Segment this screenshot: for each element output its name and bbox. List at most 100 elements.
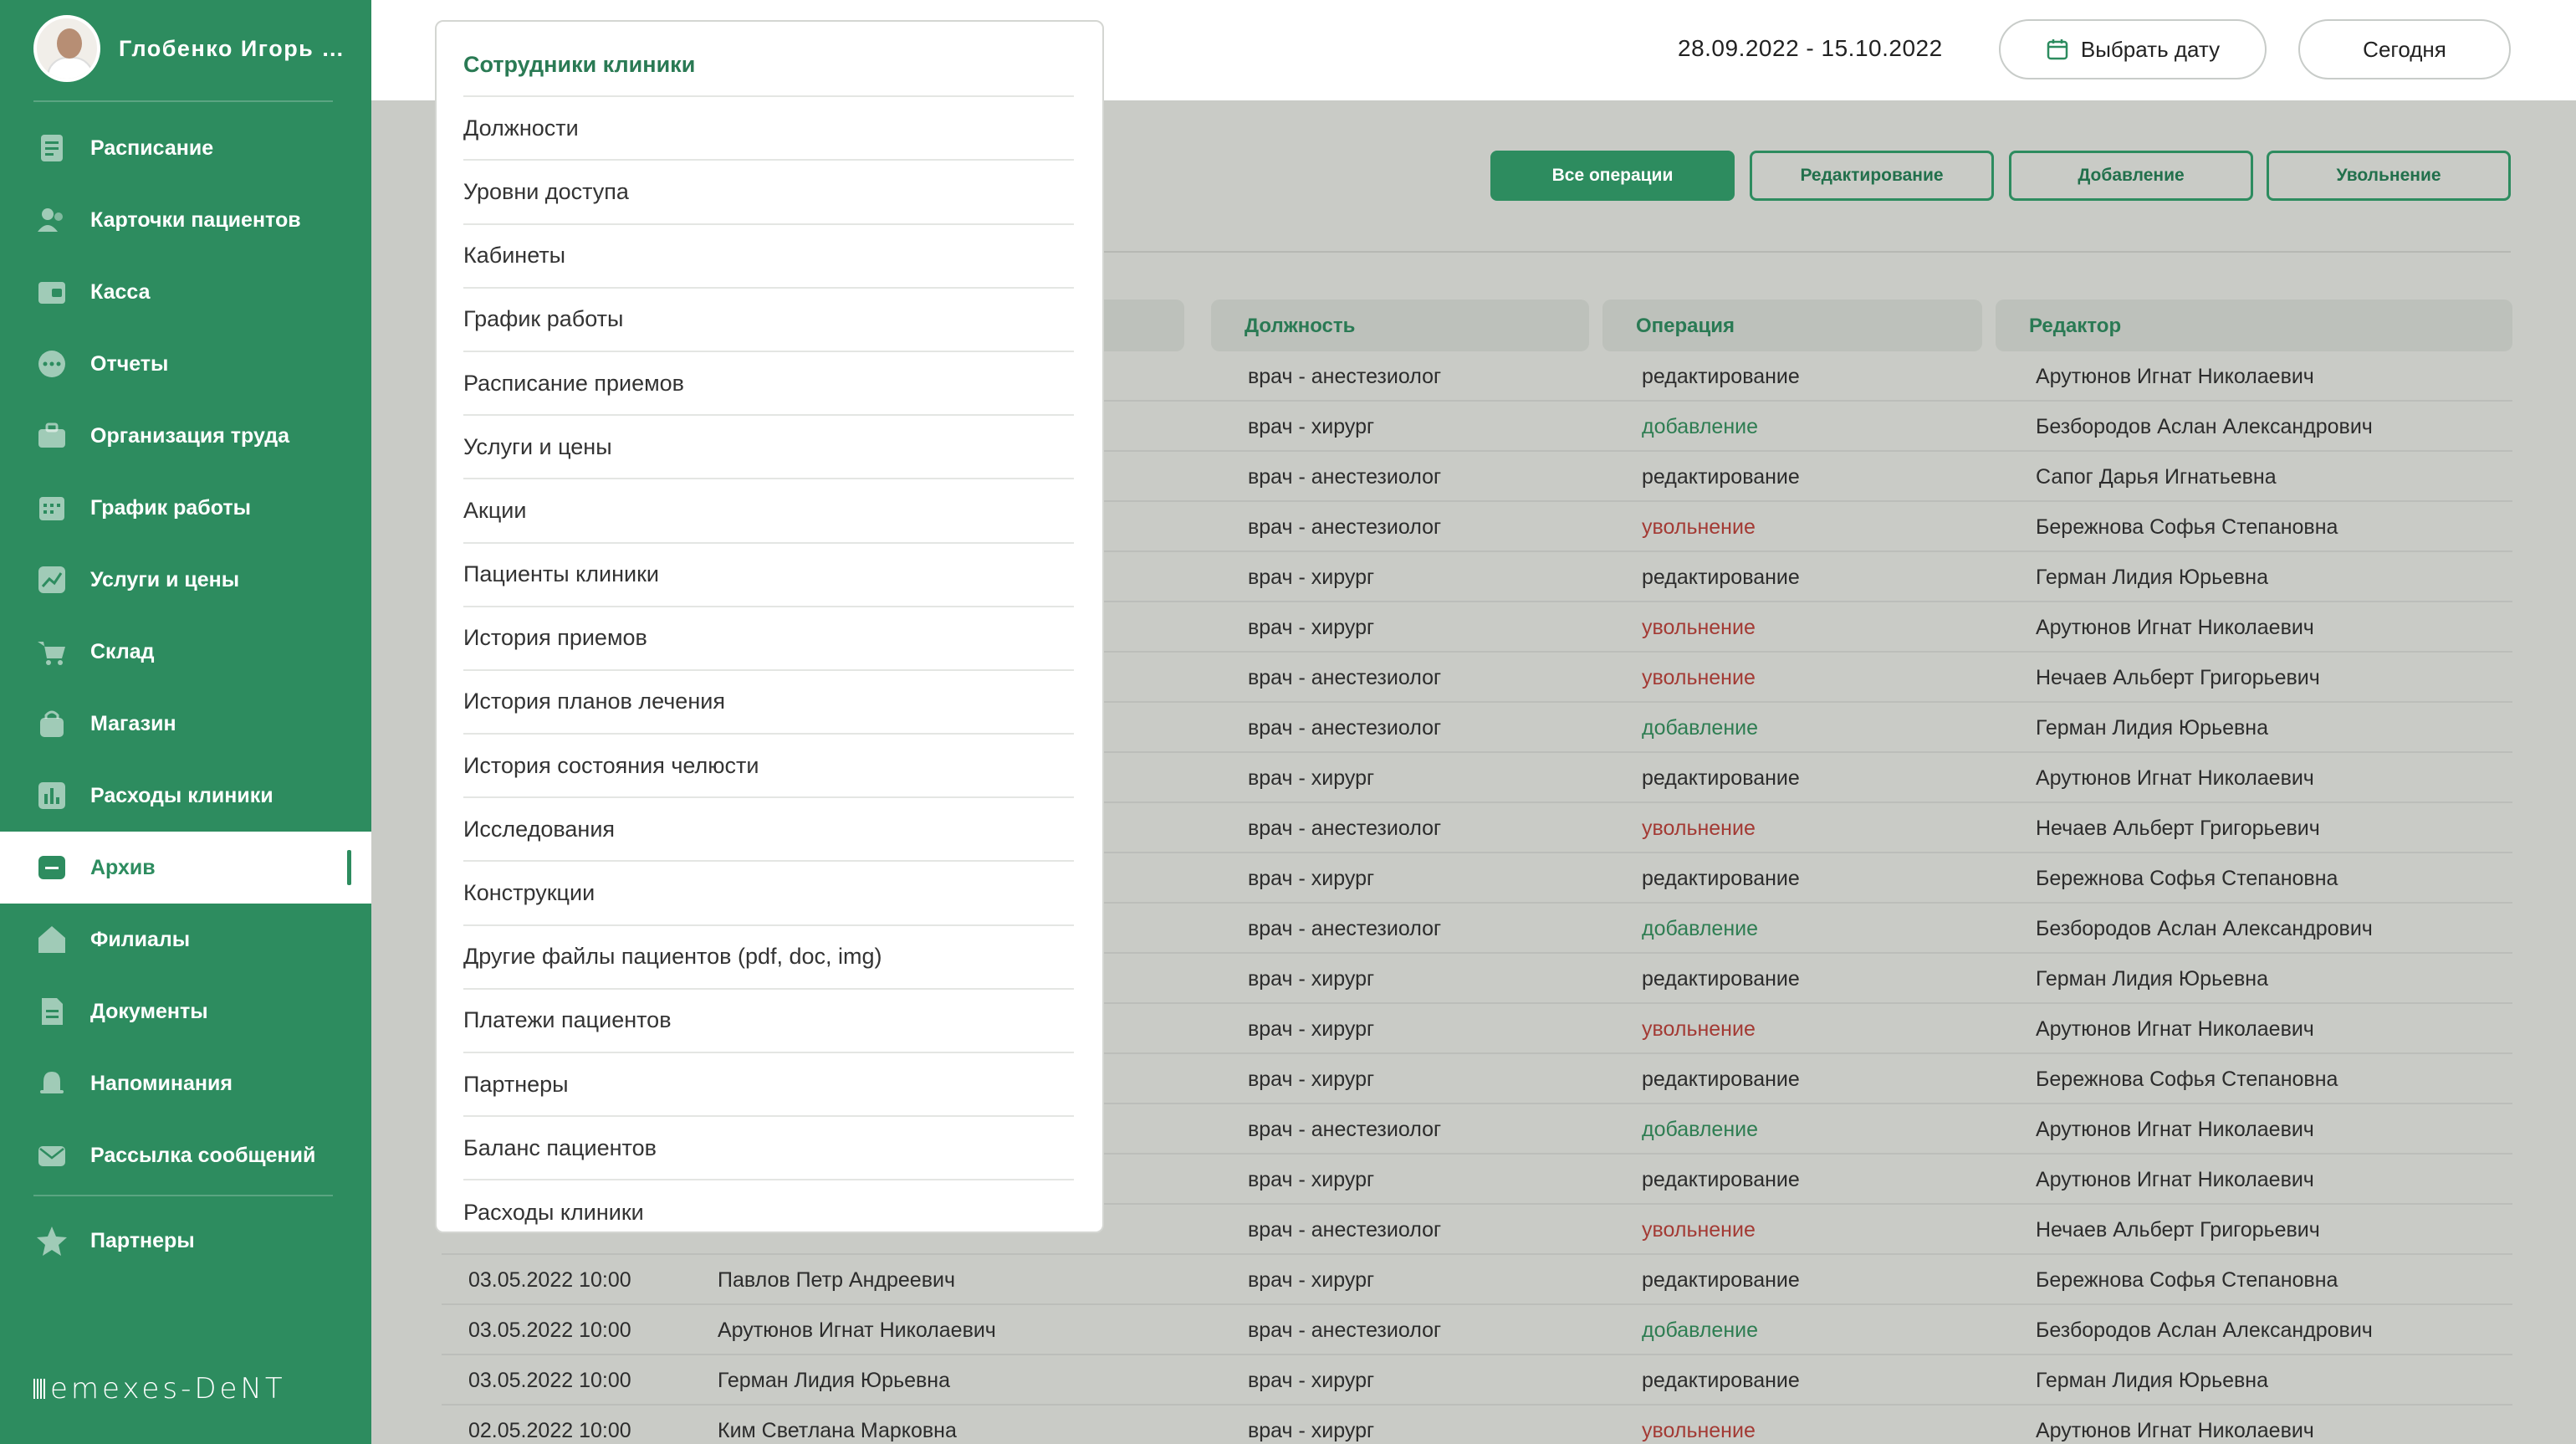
- table-row[interactable]: 02.05.2022 10:00 Ким Светлана Марковна вра…: [442, 1406, 2512, 1444]
- cell-editor: Арутюнов Игнат Николаевич: [2036, 616, 2314, 639]
- sidebar-item-label: Отчеты: [90, 351, 169, 376]
- table-row[interactable]: 03.05.2022 10:00 Герман Лидия Юрьевна врач…: [442, 1355, 2512, 1406]
- cell-position: врач - хирург: [1248, 1068, 1375, 1091]
- user-profile[interactable]: Глобенко Игорь А...: [33, 15, 361, 82]
- cell-editor: Сапог Дарья Игнатьевна: [2036, 465, 2277, 489]
- cell-editor: Герман Лидия Юрьевна: [2036, 967, 2269, 991]
- table-row[interactable]: 03.05.2022 10:00 Арутюнов Игнат Николаеви…: [442, 1305, 2512, 1355]
- column-header-position[interactable]: Должность: [1211, 300, 1589, 351]
- cell-position: врач - анестезиолог: [1248, 716, 1442, 740]
- cell-editor: Арутюнов Игнат Николаевич: [2036, 1118, 2314, 1141]
- patients-icon: [35, 203, 69, 237]
- cell-position: врач - хирург: [1248, 766, 1375, 790]
- pick-date-label: Выбрать дату: [2080, 36, 2221, 62]
- column-header-operation[interactable]: Операция: [1602, 300, 1982, 351]
- cell-editor: Арутюнов Игнат Николаевич: [2036, 1168, 2314, 1191]
- dropdown-item[interactable]: Уровни доступа: [463, 161, 1074, 225]
- sidebar-item-reports[interactable]: Отчеты: [0, 328, 371, 400]
- bar-chart-icon: [35, 779, 69, 812]
- user-name: Глобенко Игорь А...: [119, 35, 361, 61]
- sidebar-item-label: Рассылка сообщений: [90, 1143, 316, 1167]
- sidebar-item-bell[interactable]: Напоминания: [0, 1047, 371, 1119]
- dropdown-item[interactable]: Услуги и цены: [463, 416, 1074, 480]
- sidebar-item-calendar-doc[interactable]: Расписание: [0, 112, 371, 184]
- cell-position: врач - анестезиолог: [1248, 1118, 1442, 1141]
- sidebar-item-cash-register[interactable]: Касса: [0, 256, 371, 328]
- dropdown-item[interactable]: Сотрудники клиники: [463, 33, 1074, 98]
- dropdown-item[interactable]: Баланс пациентов: [463, 1117, 1074, 1181]
- cell-editor: Герман Лидия Юрьевна: [2036, 1369, 2269, 1392]
- cell-position: врач - анестезиолог: [1248, 365, 1442, 388]
- cell-operation: добавление: [1642, 1118, 1759, 1141]
- cell-date: 03.05.2022 10:00: [468, 1319, 631, 1342]
- sidebar-item-shop-bag[interactable]: Магазин: [0, 688, 371, 760]
- cell-editor: Арутюнов Игнат Николаевич: [2036, 1419, 2314, 1442]
- sidebar-item-partners[interactable]: Партнеры: [0, 1205, 371, 1277]
- filter-dismissal[interactable]: Увольнение: [2267, 151, 2511, 201]
- dropdown-item[interactable]: Расходы клиники: [463, 1180, 1074, 1244]
- cell-editor: Герман Лидия Юрьевна: [2036, 566, 2269, 589]
- cell-operation: редактирование: [1642, 1068, 1800, 1091]
- bell-icon: [35, 1067, 69, 1100]
- dropdown-item[interactable]: Расписание приемов: [463, 352, 1074, 417]
- cell-editor: Безбородов Аслан Александрович: [2036, 917, 2373, 940]
- cell-position: врач - хирург: [1248, 616, 1375, 639]
- filter-editing[interactable]: Редактирование: [1750, 151, 1994, 201]
- pick-date-button[interactable]: Выбрать дату: [1999, 19, 2267, 79]
- cell-editor: Бережнова Софья Степановна: [2036, 1068, 2338, 1091]
- dropdown-item[interactable]: Другие файлы пациентов (pdf, doc, img): [463, 926, 1074, 990]
- dropdown-item[interactable]: Платежи пациентов: [463, 990, 1074, 1053]
- dropdown-item[interactable]: Конструкции: [463, 862, 1074, 926]
- today-button[interactable]: Сегодня: [2298, 19, 2511, 79]
- table-row[interactable]: 03.05.2022 10:00 Павлов Петр Андреевич вра…: [442, 1255, 2512, 1305]
- dropdown-item[interactable]: Партнеры: [463, 1053, 1074, 1118]
- cell-editor: Арутюнов Игнат Николаевич: [2036, 1017, 2314, 1041]
- filter-all-operations[interactable]: Все операции: [1490, 151, 1735, 201]
- cell-editor: Безбородов Аслан Александрович: [2036, 1319, 2373, 1342]
- cell-editor: Бережнова Софья Степановна: [2036, 867, 2338, 890]
- sidebar-item-bar-chart[interactable]: Расходы клиники: [0, 760, 371, 832]
- dropdown-item[interactable]: История состояния челюсти: [463, 735, 1074, 799]
- cell-position: врач - анестезиолог: [1248, 817, 1442, 840]
- sidebar-item-label: Филиалы: [90, 927, 191, 951]
- dropdown-item[interactable]: Пациенты клиники: [463, 544, 1074, 607]
- sidebar: Глобенко Игорь А... Расписание Карточки п…: [0, 0, 371, 1444]
- sidebar-item-label: Архив: [90, 855, 156, 879]
- dropdown-item[interactable]: Кабинеты: [463, 225, 1074, 289]
- dropdown-item[interactable]: История планов лечения: [463, 671, 1074, 735]
- cell-editor: Арутюнов Игнат Николаевич: [2036, 766, 2314, 790]
- sidebar-item-mail[interactable]: Рассылка сообщений: [0, 1119, 371, 1191]
- sidebar-item-patients[interactable]: Карточки пациентов: [0, 184, 371, 256]
- sidebar-item-cart[interactable]: Склад: [0, 616, 371, 688]
- sidebar-item-document[interactable]: Документы: [0, 975, 371, 1047]
- cell-date: 02.05.2022 10:00: [468, 1419, 631, 1442]
- column-header-editor[interactable]: Редактор: [1996, 300, 2512, 351]
- cell-employee: Ким Светлана Марковна: [718, 1419, 957, 1442]
- sidebar-item-archive[interactable]: Архив: [0, 832, 371, 904]
- dropdown-item[interactable]: Должности: [463, 97, 1074, 161]
- filter-adding[interactable]: Добавление: [2009, 151, 2253, 201]
- cell-operation: увольнение: [1642, 1419, 1756, 1442]
- cell-operation: редактирование: [1642, 365, 1800, 388]
- cell-position: врач - хирург: [1248, 566, 1375, 589]
- cell-operation: добавление: [1642, 917, 1759, 940]
- sidebar-item-home[interactable]: Филиалы: [0, 904, 371, 975]
- cell-position: врач - анестезиолог: [1248, 1319, 1442, 1342]
- cell-position: врач - хирург: [1248, 867, 1375, 890]
- sidebar-item-chart-up[interactable]: Услуги и цены: [0, 544, 371, 616]
- dropdown-item[interactable]: Исследования: [463, 798, 1074, 863]
- cell-operation: редактирование: [1642, 566, 1800, 589]
- column-header-label: Редактор: [2029, 315, 2122, 337]
- sidebar-item-work-calendar[interactable]: График работы: [0, 472, 371, 544]
- cell-date: 03.05.2022 10:00: [468, 1369, 631, 1392]
- home-icon: [35, 923, 69, 956]
- sidebar-item-label: Документы: [90, 999, 208, 1023]
- avatar[interactable]: [33, 15, 100, 82]
- sidebar-nav: Расписание Карточки пациентов Касса Отчеты О…: [0, 112, 371, 1191]
- dropdown-item[interactable]: История приемов: [463, 607, 1074, 671]
- dropdown-item[interactable]: Акции: [463, 479, 1074, 544]
- cell-editor: Арутюнов Игнат Николаевич: [2036, 365, 2314, 388]
- dropdown-item[interactable]: График работы: [463, 289, 1074, 352]
- sidebar-item-briefcase[interactable]: Организация труда: [0, 400, 371, 472]
- work-calendar-icon: [35, 491, 69, 525]
